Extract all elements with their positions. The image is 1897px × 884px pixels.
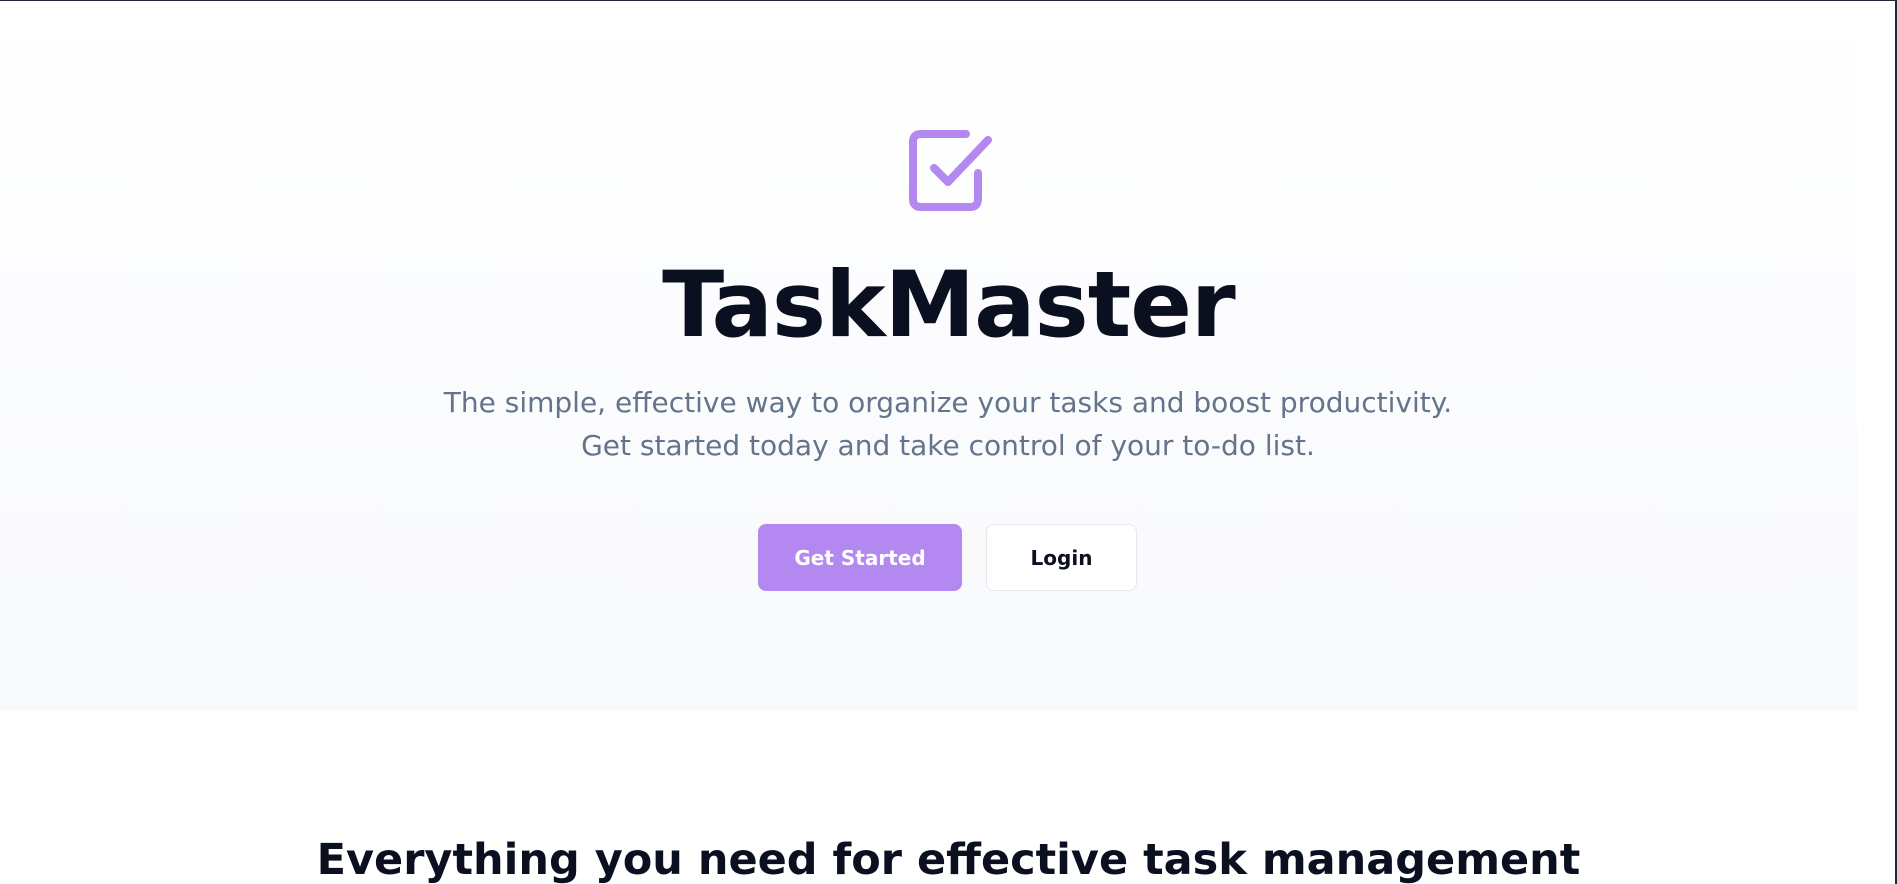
features-heading: Everything you need for effective task m…	[316, 835, 1581, 884]
get-started-button[interactable]: Get Started	[758, 524, 962, 591]
landing-page: TaskMaster The simple, effective way to …	[0, 1, 1857, 884]
login-button[interactable]: Login	[986, 524, 1137, 591]
browser-viewport: TaskMaster The simple, effective way to …	[0, 0, 1897, 884]
hero-description: The simple, effective way to organize yo…	[443, 386, 1453, 462]
hero-actions: Get Started Login	[758, 524, 1138, 591]
page-title: TaskMaster	[662, 253, 1236, 358]
hero-section: TaskMaster The simple, effective way to …	[0, 1, 1857, 710]
checkbox-checked-icon	[909, 130, 992, 211]
page-scrollbar[interactable]	[1857, 1, 1897, 884]
